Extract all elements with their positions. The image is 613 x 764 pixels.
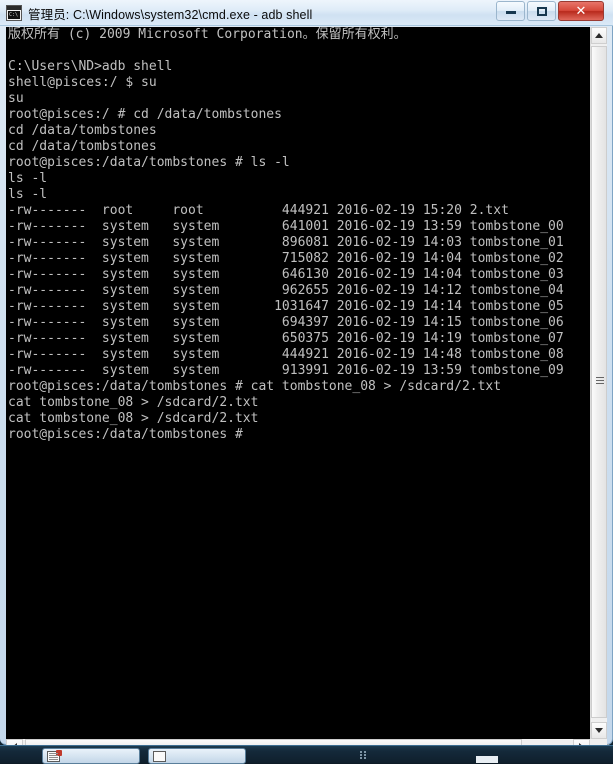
minimize-button[interactable] (496, 1, 525, 21)
console-output: 版权所有 (c) 2009 Microsoft Corporation。保留所有… (8, 27, 574, 443)
console-line: -rw------- system system 444921 2016-02-… (8, 347, 564, 362)
pin-marker-icon (56, 749, 62, 756)
console-client-area[interactable]: 版权所有 (c) 2009 Microsoft Corporation。保留所有… (6, 27, 607, 739)
icon-screen-text: C:\ (8, 11, 20, 19)
console-line: -rw------- system system 641001 2016-02-… (8, 219, 564, 234)
console-line: -rw------- system system 1031647 2016-02… (8, 299, 564, 314)
console-line: cat tombstone_08 > /sdcard/2.txt (8, 411, 259, 426)
taskbar-item-notepad[interactable] (42, 748, 140, 764)
cmd-console-icon: C:\ (6, 5, 22, 21)
maximize-button[interactable] (527, 1, 556, 21)
window-title-text: 管理员: C:\Windows\system32\cmd.exe - adb s… (28, 8, 313, 22)
console-line: C:\Users\ND>adb shell (8, 59, 173, 74)
console-line: su (8, 91, 24, 106)
console-line: -rw------- system system 896081 2016-02-… (8, 235, 564, 250)
console-line: -rw------- root root 444921 2016-02-19 1… (8, 203, 509, 218)
scroll-up-button[interactable] (591, 27, 607, 44)
vertical-scrollbar-thumb[interactable] (591, 46, 607, 718)
tray-handle-icon (360, 751, 367, 759)
window-title-bar[interactable]: C:\ 管理员: C:\Windows\system32\cmd.exe - a… (0, 0, 613, 26)
tray-thumbnail (476, 756, 498, 763)
console-line: -rw------- system system 650375 2016-02-… (8, 331, 564, 346)
windows-taskbar[interactable] (0, 745, 613, 764)
icon-title-bar-strip (7, 6, 21, 10)
console-line: ls -l (8, 171, 48, 186)
console-line: ls -l (8, 187, 48, 202)
console-line: -rw------- system system 694397 2016-02-… (8, 315, 564, 330)
console-line: -rw------- system system 715082 2016-02-… (8, 251, 564, 266)
cmd-console-window: C:\ 管理员: C:\Windows\system32\cmd.exe - a… (0, 0, 613, 757)
console-line: shell@pisces:/ $ su (8, 75, 157, 90)
taskbar-item-window[interactable] (148, 748, 246, 764)
vertical-scrollbar[interactable] (590, 27, 607, 739)
notepad-icon (47, 749, 62, 762)
console-line: 版权所有 (c) 2009 Microsoft Corporation。保留所有… (8, 27, 407, 42)
console-line: cd /data/tombstones (8, 139, 157, 154)
console-line: cd /data/tombstones (8, 123, 157, 138)
close-button[interactable]: ✕ (558, 1, 604, 21)
console-line: root@pisces:/data/tombstones # cat tombs… (8, 379, 502, 394)
scrollbar-grip-icon (596, 377, 604, 387)
console-line: root@pisces:/data/tombstones # (8, 427, 243, 442)
scroll-down-button[interactable] (591, 722, 607, 739)
minimize-icon (497, 2, 524, 20)
desktop-background: C:\ 管理员: C:\Windows\system32\cmd.exe - a… (0, 0, 613, 764)
triangle-down-icon (595, 728, 603, 733)
console-line: -rw------- system system 646130 2016-02-… (8, 267, 564, 282)
console-line: root@pisces:/ # cd /data/tombstones (8, 107, 282, 122)
close-icon: ✕ (575, 3, 587, 19)
triangle-up-icon (595, 33, 603, 38)
console-line: root@pisces:/data/tombstones # ls -l (8, 155, 290, 170)
console-line: -rw------- system system 962655 2016-02-… (8, 283, 564, 298)
maximize-icon (528, 2, 555, 20)
window-icon (153, 750, 166, 762)
console-line: -rw------- system system 913991 2016-02-… (8, 363, 564, 378)
console-line: cat tombstone_08 > /sdcard/2.txt (8, 395, 259, 410)
